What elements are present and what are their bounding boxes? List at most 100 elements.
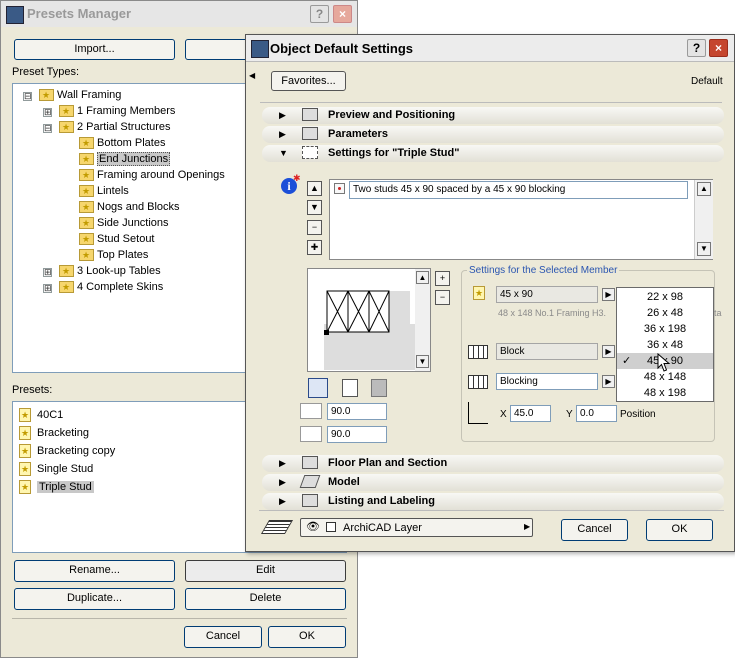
help-button[interactable]: ? xyxy=(310,5,329,23)
height-field[interactable]: 90.0 xyxy=(327,403,387,420)
folder-icon xyxy=(79,199,94,215)
favorites-button[interactable]: Favorites... xyxy=(271,71,346,91)
move-down-button[interactable]: ▼ xyxy=(307,200,322,215)
stud-preview-pane[interactable]: ▲ ▼ xyxy=(307,268,431,372)
left-arrow-icon[interactable]: ◀ xyxy=(249,71,255,80)
xy-axis-icon xyxy=(468,402,488,424)
asterisk-icon: ✱ xyxy=(293,173,301,183)
close-button[interactable]: × xyxy=(709,39,728,57)
section-preview-positioning[interactable]: ▶ Preview and Positioning xyxy=(262,107,724,124)
delete-button[interactable]: Delete xyxy=(185,588,346,610)
preview-icon xyxy=(302,108,318,121)
edit-button[interactable]: Edit xyxy=(185,560,346,582)
tree-item[interactable]: Framing around Openings xyxy=(79,167,225,183)
scroll-down-icon[interactable]: ▼ xyxy=(416,355,429,368)
layer-lock-icon xyxy=(326,522,336,532)
preset-star-icon: ★ xyxy=(19,480,31,495)
radio-icon xyxy=(334,183,345,194)
block-dropdown-button[interactable]: ▶ xyxy=(602,345,615,358)
section-floor-plan[interactable]: ▶ Floor Plan and Section xyxy=(262,455,724,472)
preview-scrollbar[interactable]: ▲ ▼ xyxy=(415,269,430,371)
tree-item[interactable]: Side Junctions xyxy=(79,215,169,231)
menu-item[interactable]: 36 x 198 xyxy=(617,321,713,337)
import-button[interactable]: Import... xyxy=(14,39,175,60)
tree-item[interactable]: Lintels xyxy=(79,183,129,199)
preset-item[interactable]: ★ Bracketing copy xyxy=(19,443,115,459)
blocking-dropdown-button[interactable]: ▶ xyxy=(602,375,615,388)
preset-item[interactable]: ★ Single Stud xyxy=(19,461,93,477)
move-up-button[interactable]: ▲ xyxy=(307,181,322,196)
menu-item[interactable]: 26 x 48 xyxy=(617,305,713,321)
x-label: X xyxy=(500,409,507,420)
divider xyxy=(259,510,724,511)
ok-button[interactable]: OK xyxy=(646,519,713,541)
width-field[interactable]: 90.0 xyxy=(327,426,387,443)
eye-icon: 👁 xyxy=(306,521,320,533)
tree-item[interactable]: 4 Complete Skins xyxy=(59,279,163,295)
preset-item-selected[interactable]: ★ Triple Stud xyxy=(19,479,94,495)
plan-view-icon[interactable] xyxy=(308,378,328,398)
settings-icon xyxy=(302,146,318,159)
help-button[interactable]: ? xyxy=(687,39,706,57)
scroll-up-icon[interactable]: ▲ xyxy=(697,182,711,196)
collapse-arrow-icon: ▼ xyxy=(279,148,288,158)
tree-item[interactable]: Wall Framing xyxy=(39,87,121,103)
section-parameters[interactable]: ▶ Parameters xyxy=(262,126,724,143)
ok-button[interactable]: OK xyxy=(268,626,346,648)
collapse-toggle[interactable]: ⊟ xyxy=(23,92,32,101)
rename-button[interactable]: Rename... xyxy=(14,560,175,582)
expand-toggle[interactable]: ⊞ xyxy=(43,284,52,293)
menu-item[interactable]: 22 x 98 xyxy=(617,289,713,305)
elevation-view-icon[interactable] xyxy=(342,379,358,397)
member-size-field[interactable]: 45 x 90 xyxy=(496,286,598,303)
preset-star-icon: ★ xyxy=(19,408,31,423)
tree-item[interactable]: Nogs and Blocks xyxy=(79,199,180,215)
add-button[interactable]: ✚ xyxy=(307,240,322,255)
section-model[interactable]: ▶ Model xyxy=(262,474,724,491)
floor-plan-icon xyxy=(302,456,318,469)
section-view-icon[interactable] xyxy=(371,379,387,397)
y-field[interactable]: 0.0 xyxy=(576,405,617,422)
tree-item[interactable]: Top Plates xyxy=(79,247,148,263)
layer-dropdown[interactable]: 👁 ArchiCAD Layer ▶ xyxy=(300,518,533,537)
tree-item[interactable]: 2 Partial Structures xyxy=(59,119,171,135)
section-triple-stud[interactable]: ▼ Settings for "Triple Stud" xyxy=(262,145,724,162)
cancel-button[interactable]: Cancel xyxy=(184,626,262,648)
tree-item-selected[interactable]: End Junctions xyxy=(79,151,171,167)
block-field[interactable]: Block xyxy=(496,343,598,360)
remove-button[interactable]: − xyxy=(307,220,322,235)
expand-arrow-icon: ▶ xyxy=(279,129,286,139)
checkmark-icon: ✓ xyxy=(622,355,632,367)
preset-item[interactable]: ★ Bracketing xyxy=(19,425,89,441)
description-field[interactable]: Two studs 45 x 90 spaced by a 45 x 90 bl… xyxy=(349,181,688,199)
folder-icon xyxy=(39,87,54,103)
tree-item[interactable]: Bottom Plates xyxy=(79,135,165,151)
folder-icon xyxy=(59,119,74,135)
expand-toggle[interactable]: ⊞ xyxy=(43,268,52,277)
cancel-button[interactable]: Cancel xyxy=(561,519,628,541)
add-member-button[interactable]: + xyxy=(435,271,450,286)
presets-manager-titlebar[interactable]: Presets Manager ? × xyxy=(1,1,357,27)
menu-item[interactable]: 48 x 198 xyxy=(617,385,713,401)
remove-member-button[interactable]: − xyxy=(435,290,450,305)
section-listing[interactable]: ▶ Listing and Labeling xyxy=(262,493,724,510)
scrollbar[interactable]: ▲ ▼ xyxy=(694,180,713,259)
member-size-menu[interactable]: 22 x 98 26 x 48 36 x 198 36 x 48 ✓ 45 x … xyxy=(616,287,714,402)
blocking-field[interactable]: Blocking xyxy=(496,373,598,390)
preset-item[interactable]: ★ 40C1 xyxy=(19,407,63,423)
expand-arrow-icon: ▶ xyxy=(279,110,286,120)
tree-item[interactable]: Stud Setout xyxy=(79,231,155,247)
duplicate-button[interactable]: Duplicate... xyxy=(14,588,175,610)
close-button[interactable]: × xyxy=(333,5,352,23)
expand-toggle[interactable]: ⊞ xyxy=(43,108,52,117)
member-size-dropdown-button[interactable]: ▶ xyxy=(602,288,615,301)
menu-item[interactable]: 36 x 48 xyxy=(617,337,713,353)
tree-item[interactable]: 1 Framing Members xyxy=(59,103,175,119)
x-field[interactable]: 45.0 xyxy=(510,405,551,422)
scroll-down-icon[interactable]: ▼ xyxy=(697,242,711,256)
scroll-up-icon[interactable]: ▲ xyxy=(416,271,429,284)
object-settings-titlebar[interactable]: Object Default Settings ? × xyxy=(246,35,734,62)
tree-item[interactable]: 3 Look-up Tables xyxy=(59,263,161,279)
collapse-toggle[interactable]: ⊟ xyxy=(43,124,52,133)
member-description-list[interactable]: Two studs 45 x 90 spaced by a 45 x 90 bl… xyxy=(329,179,713,260)
